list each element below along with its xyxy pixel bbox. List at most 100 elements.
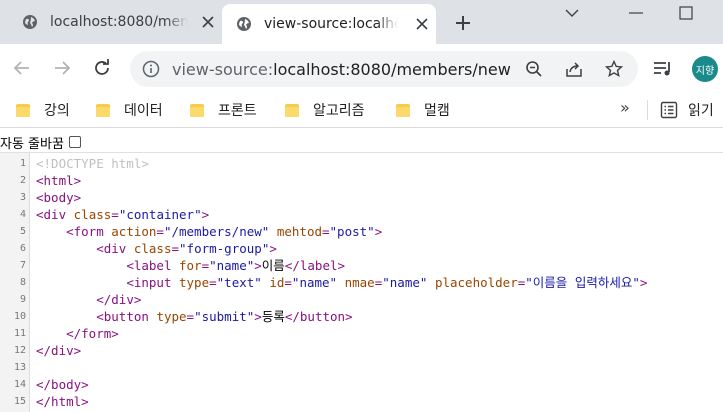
- plus-icon: [456, 16, 470, 30]
- line-number: 13: [13, 362, 26, 373]
- bookmark-label: 데이터: [124, 103, 163, 119]
- code-token: for: [179, 258, 202, 273]
- bookmark-folder[interactable]: 멀캠: [396, 98, 450, 122]
- source-line: 14 </body>: [0, 376, 723, 393]
- code-token: </body>: [36, 377, 89, 392]
- more-bookmarks-button[interactable]: »: [620, 98, 630, 117]
- code-token: "name": [382, 275, 428, 290]
- source-line: 6 <div class="form-group">: [0, 240, 723, 257]
- media-playlist-icon[interactable]: [652, 58, 674, 80]
- close-tab-icon[interactable]: [198, 12, 218, 32]
- source-code: <!DOCTYPE html>: [36, 155, 149, 172]
- line-number: 10: [13, 311, 26, 322]
- back-button[interactable]: [10, 56, 34, 80]
- source-code: </form>: [36, 325, 119, 342]
- source-line: 3 <body>: [0, 189, 723, 206]
- code-token: <html>: [36, 173, 82, 188]
- forward-button[interactable]: [50, 56, 74, 80]
- source-code: </body>: [36, 376, 89, 393]
- code-token: "container": [118, 207, 202, 222]
- source-line: 11 </form>: [0, 325, 723, 342]
- code-token: >: [269, 241, 277, 256]
- line-number: 6: [19, 243, 26, 254]
- code-token: "name": [291, 275, 338, 290]
- bookmarks-bar: 강의 데이터 프론트 알고리즘 멀캠 » 읽기: [0, 92, 723, 128]
- code-token: mehtod: [276, 224, 322, 239]
- bookmark-star-icon[interactable]: [604, 59, 624, 79]
- bookmark-label: 프론트: [218, 103, 257, 119]
- code-token: </label>: [284, 258, 346, 273]
- line-number: 7: [19, 260, 26, 271]
- line-number: 4: [19, 209, 26, 220]
- reload-button[interactable]: [90, 56, 114, 80]
- bookmark-folder[interactable]: 프론트: [190, 98, 257, 122]
- code-token: >: [201, 207, 210, 222]
- tab-localhost[interactable]: localhost:8080/members/new: [8, 0, 218, 44]
- source-line: 7 <label for="name">이름</label>: [0, 257, 723, 274]
- tab-strip: localhost:8080/members/new view-source:l…: [0, 0, 723, 44]
- tab-view-source[interactable]: view-source:localhost:8080/members/new: [222, 4, 436, 44]
- line-number: 8: [19, 277, 26, 288]
- url-host-path: localhost:8080/members/new: [273, 60, 511, 79]
- source-code: <input type="text" id="name" nmae="name"…: [36, 274, 647, 291]
- code-token: 이름: [261, 258, 285, 273]
- line-number: 15: [13, 396, 26, 407]
- close-tab-icon[interactable]: [412, 14, 432, 34]
- folder-icon: [396, 103, 410, 117]
- code-token: <button: [96, 309, 157, 324]
- line-wrap-control[interactable]: 자동 줄바꿈: [0, 133, 81, 152]
- globe-icon: [236, 16, 252, 32]
- source-line: 2 <html>: [0, 172, 723, 189]
- source-view: 1 <!DOCTYPE html> 2 <html> 3 <body> 4 <div clas…: [0, 152, 723, 412]
- profile-avatar[interactable]: 지향: [692, 56, 718, 82]
- chevron-down-icon: [565, 9, 579, 17]
- minimize-button[interactable]: [616, 0, 656, 26]
- code-token: class: [73, 207, 112, 222]
- bookmark-folder[interactable]: 강의: [16, 98, 70, 122]
- bookmark-label: 멀캠: [424, 103, 450, 119]
- url-scheme: view-source:: [172, 60, 274, 79]
- folder-icon: [96, 103, 110, 117]
- code-token: <form: [66, 224, 112, 239]
- code-token: </button>: [284, 309, 353, 324]
- bookmark-folder[interactable]: 데이터: [96, 98, 163, 122]
- code-token: </form>: [66, 326, 119, 341]
- maximize-button[interactable]: [666, 0, 706, 26]
- info-icon[interactable]: [142, 60, 160, 78]
- zoom-icon[interactable]: [524, 59, 544, 79]
- code-token: <!DOCTYPE html>: [36, 156, 149, 171]
- share-icon[interactable]: [564, 59, 584, 79]
- address-bar[interactable]: view-source:localhost:8080/members/new: [130, 51, 638, 87]
- line-wrap-label: 자동 줄바꿈: [0, 136, 64, 152]
- line-number: 5: [19, 226, 26, 237]
- url-text[interactable]: view-source:localhost:8080/members/new: [172, 60, 511, 79]
- line-wrap-checkbox[interactable]: [68, 136, 81, 148]
- code-token: class: [133, 241, 172, 256]
- source-code: <body>: [36, 189, 81, 206]
- line-number: 1: [19, 158, 26, 169]
- reload-icon: [95, 59, 109, 75]
- source-line: 12 </div>: [0, 342, 723, 359]
- code-token: >: [254, 309, 262, 324]
- reading-list-button[interactable]: 읽기: [660, 98, 714, 122]
- code-token: "post": [329, 224, 375, 239]
- new-tab-button[interactable]: [452, 12, 474, 34]
- bookmark-folder[interactable]: 알고리즘: [285, 98, 365, 122]
- source-line: 8 <input type="text" id="name" nmae="nam…: [0, 274, 723, 291]
- code-token: id: [269, 275, 285, 290]
- code-token: <div: [36, 207, 74, 222]
- tab-search-button[interactable]: [552, 0, 592, 26]
- tab-title: view-source:localhost:8080/members/new: [264, 16, 398, 32]
- code-token: >: [639, 275, 648, 290]
- source-code: <html>: [36, 172, 81, 189]
- code-token: "form-group": [179, 241, 270, 256]
- code-token: =: [156, 224, 164, 239]
- code-token: type: [179, 275, 210, 290]
- code-token: 등록: [261, 309, 285, 324]
- code-token: <body>: [36, 190, 82, 205]
- reading-list-icon: [660, 101, 678, 119]
